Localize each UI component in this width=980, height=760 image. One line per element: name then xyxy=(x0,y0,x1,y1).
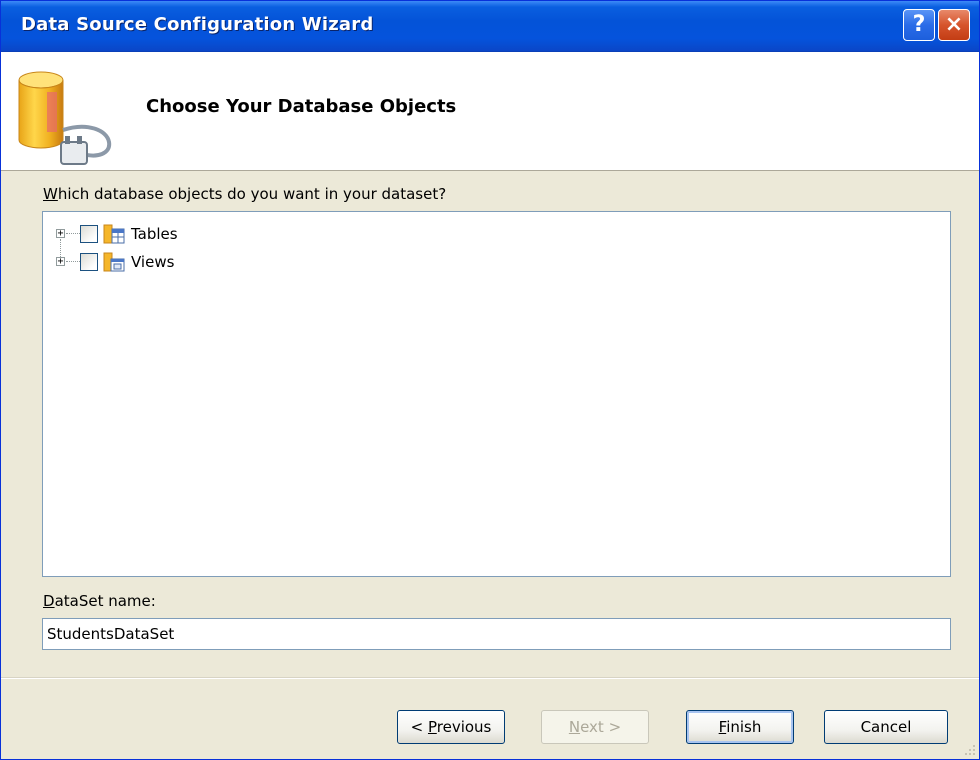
views-label: Views xyxy=(131,253,175,271)
tables-checkbox[interactable] xyxy=(80,225,98,243)
prompt-text: hich database objects do you want in you… xyxy=(57,185,447,203)
prompt-mnemonic: W xyxy=(43,185,58,203)
views-folder-icon xyxy=(103,252,125,272)
dataset-name-label: DataSet name: xyxy=(43,592,156,610)
expand-views-button[interactable]: + xyxy=(56,257,65,267)
resize-grip-icon[interactable] xyxy=(959,741,977,759)
views-checkbox[interactable] xyxy=(80,253,98,271)
dataset-name-input[interactable] xyxy=(42,618,951,650)
expand-tables-button[interactable]: + xyxy=(56,229,65,239)
objects-prompt-label: Which database objects do you want in yo… xyxy=(43,185,446,203)
page-title: Choose Your Database Objects xyxy=(146,96,457,117)
window-title: Data Source Configuration Wizard xyxy=(21,14,374,35)
tree-node-views[interactable]: + Views xyxy=(43,252,343,274)
tables-label: Tables xyxy=(131,225,178,243)
dataset-label-text: ataSet name: xyxy=(54,592,156,610)
header-panel: Choose Your Database Objects xyxy=(1,52,979,171)
close-button[interactable]: × xyxy=(938,9,970,41)
tree-connector xyxy=(66,233,80,234)
previous-button[interactable]: < Previous xyxy=(397,710,505,744)
footer-divider xyxy=(1,677,979,679)
wizard-window: Data Source Configuration Wizard ? × Cho… xyxy=(0,0,980,760)
finish-button[interactable]: Finish xyxy=(686,710,794,744)
dataset-mnemonic: D xyxy=(43,592,55,610)
database-plug-icon xyxy=(18,71,112,165)
database-objects-tree[interactable]: + Tables + Views xyxy=(42,211,951,577)
help-button[interactable]: ? xyxy=(903,9,935,41)
cancel-button[interactable]: Cancel xyxy=(824,710,948,744)
tree-connector xyxy=(66,261,80,262)
tables-folder-icon xyxy=(103,224,125,244)
tree-node-tables[interactable]: + Tables xyxy=(43,224,343,257)
title-bar[interactable]: Data Source Configuration Wizard ? × xyxy=(1,1,979,52)
next-button[interactable]: Next > xyxy=(541,710,649,744)
